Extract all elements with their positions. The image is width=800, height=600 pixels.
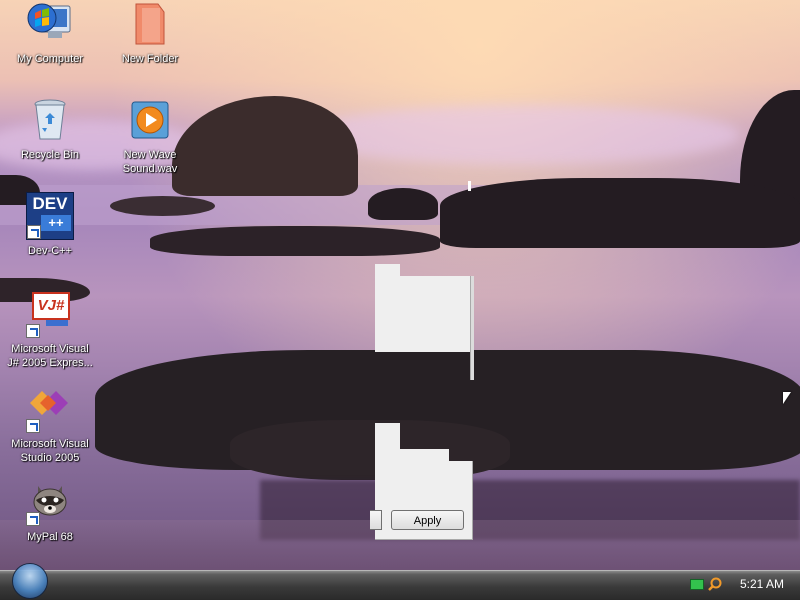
dev-cpp-icon-text: DEV	[32, 194, 68, 213]
dev-cpp-icon-sub: ++	[41, 215, 71, 231]
new-folder-label: New Folder	[121, 53, 179, 65]
desktop-icon-mypal[interactable]: MyPal 68	[5, 478, 95, 544]
desktop-icon-visual-studio[interactable]: Microsoft Visual Studio 2005	[5, 385, 95, 465]
mid-rocks	[440, 178, 800, 248]
mid-rock-small	[368, 188, 438, 220]
desktop-icon-my-computer[interactable]: My Computer	[5, 0, 95, 66]
window-fragment	[375, 264, 400, 276]
visual-studio-icon	[26, 385, 74, 433]
my-computer-label: My Computer	[16, 53, 84, 65]
window-fragment-marker	[468, 181, 471, 191]
visual-studio-label: Microsoft Visual Studio 2005	[11, 438, 89, 464]
visual-jsharp-icon-text: VJ#	[37, 297, 65, 314]
raccoon-icon	[26, 478, 74, 526]
my-computer-icon	[26, 0, 74, 48]
desktop-icon-recycle-bin[interactable]: Recycle Bin	[5, 96, 95, 162]
start-button[interactable]	[12, 563, 48, 599]
folder-icon	[126, 0, 174, 48]
shortcut-arrow-icon	[27, 225, 41, 239]
network-icon[interactable]	[690, 579, 704, 590]
desktop-icon-new-folder[interactable]: New Folder	[105, 0, 195, 66]
visual-jsharp-icon: VJ#	[26, 290, 74, 338]
dev-cpp-label: Dev-C++	[27, 245, 73, 257]
recycle-bin-label: Recycle Bin	[20, 149, 80, 161]
desktop-icon-visual-jsharp[interactable]: VJ# Microsoft Visual J# 2005 Expres...	[5, 290, 95, 370]
shortcut-arrow-icon	[26, 419, 40, 433]
system-tray: 5:21 AM	[690, 571, 800, 600]
recycle-bin-icon	[26, 96, 74, 144]
dev-cpp-icon: DEV ++	[26, 192, 74, 240]
taskbar: 5:21 AM	[0, 563, 800, 600]
search-icon[interactable]	[708, 577, 722, 591]
dialog-button-partial[interactable]	[370, 510, 382, 530]
window-gap	[449, 449, 473, 461]
clock[interactable]: 5:21 AM	[740, 577, 784, 591]
low-rocks	[150, 226, 440, 256]
window-border-fragment	[470, 276, 474, 380]
apply-button[interactable]: Apply	[391, 510, 464, 530]
shortcut-arrow-icon	[26, 324, 40, 338]
mouse-cursor-icon	[783, 392, 791, 404]
media-file-icon	[126, 96, 174, 144]
mypal-label: MyPal 68	[27, 531, 73, 543]
sea-stack-rock	[172, 96, 358, 196]
new-wave-sound-label: New Wave Sound.wav	[122, 149, 178, 175]
visual-jsharp-label: Microsoft Visual J# 2005 Expres...	[7, 343, 93, 369]
desktop-icon-new-wave-sound[interactable]: New Wave Sound.wav	[105, 96, 195, 176]
low-rock-left	[110, 196, 215, 216]
window-fragment	[375, 276, 470, 352]
desktop-icon-dev-cpp[interactable]: DEV ++ Dev-C++	[5, 192, 95, 258]
cloud-band	[300, 105, 740, 165]
shortcut-arrow-icon	[26, 512, 40, 526]
